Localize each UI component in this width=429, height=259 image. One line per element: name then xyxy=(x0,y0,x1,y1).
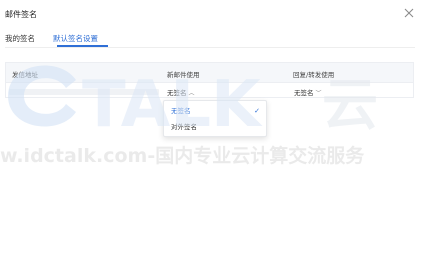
dropdown-option-no-signature[interactable]: 无签名 ✓ xyxy=(164,104,266,118)
reply-signature-value: 无签名 xyxy=(294,89,314,97)
tab-my-signature[interactable]: 我的签名 xyxy=(5,33,35,44)
signature-dropdown-menu: 无签名 ✓ 对外签名 xyxy=(163,100,267,137)
dropdown-option-external-signature[interactable]: 对外签名 xyxy=(164,120,266,134)
column-header-sender-address: 发信地址 xyxy=(12,71,38,79)
chevron-down-icon: ﹀ xyxy=(315,90,322,97)
tab-bar: 我的签名 默认签名设置 xyxy=(5,30,415,47)
new-mail-signature-select[interactable]: 无签名 ︿ xyxy=(167,87,195,97)
close-icon[interactable] xyxy=(402,6,416,20)
dropdown-option-label: 无签名 xyxy=(171,107,191,115)
new-mail-signature-value: 无签名 xyxy=(167,89,187,97)
email-signature-dialog: 邮件签名 我的签名 默认签名设置 发信地址 新邮件使用 回复/转发使用 无签名 ︿… xyxy=(0,0,429,259)
watermark-url-text: w.idctalk.com-国内专业云计算交流服务 xyxy=(0,144,365,167)
table-header: 发信地址 新邮件使用 回复/转发使用 xyxy=(6,63,413,83)
reply-signature-select[interactable]: 无签名 ﹀ xyxy=(294,87,322,97)
tab-default-signature-settings[interactable]: 默认签名设置 xyxy=(53,33,98,44)
column-header-new-mail: 新邮件使用 xyxy=(167,71,200,79)
chevron-up-icon: ︿ xyxy=(188,90,195,97)
dropdown-option-label: 对外签名 xyxy=(171,123,197,131)
sender-address-cell xyxy=(9,89,159,95)
signature-settings-table: 发信地址 新邮件使用 回复/转发使用 无签名 ︿ 无签名 ﹀ xyxy=(5,62,414,98)
check-icon: ✓ xyxy=(254,107,260,115)
tabs-divider xyxy=(5,47,415,48)
column-header-reply-forward: 回复/转发使用 xyxy=(293,71,335,79)
dialog-title: 邮件签名 xyxy=(5,10,37,19)
